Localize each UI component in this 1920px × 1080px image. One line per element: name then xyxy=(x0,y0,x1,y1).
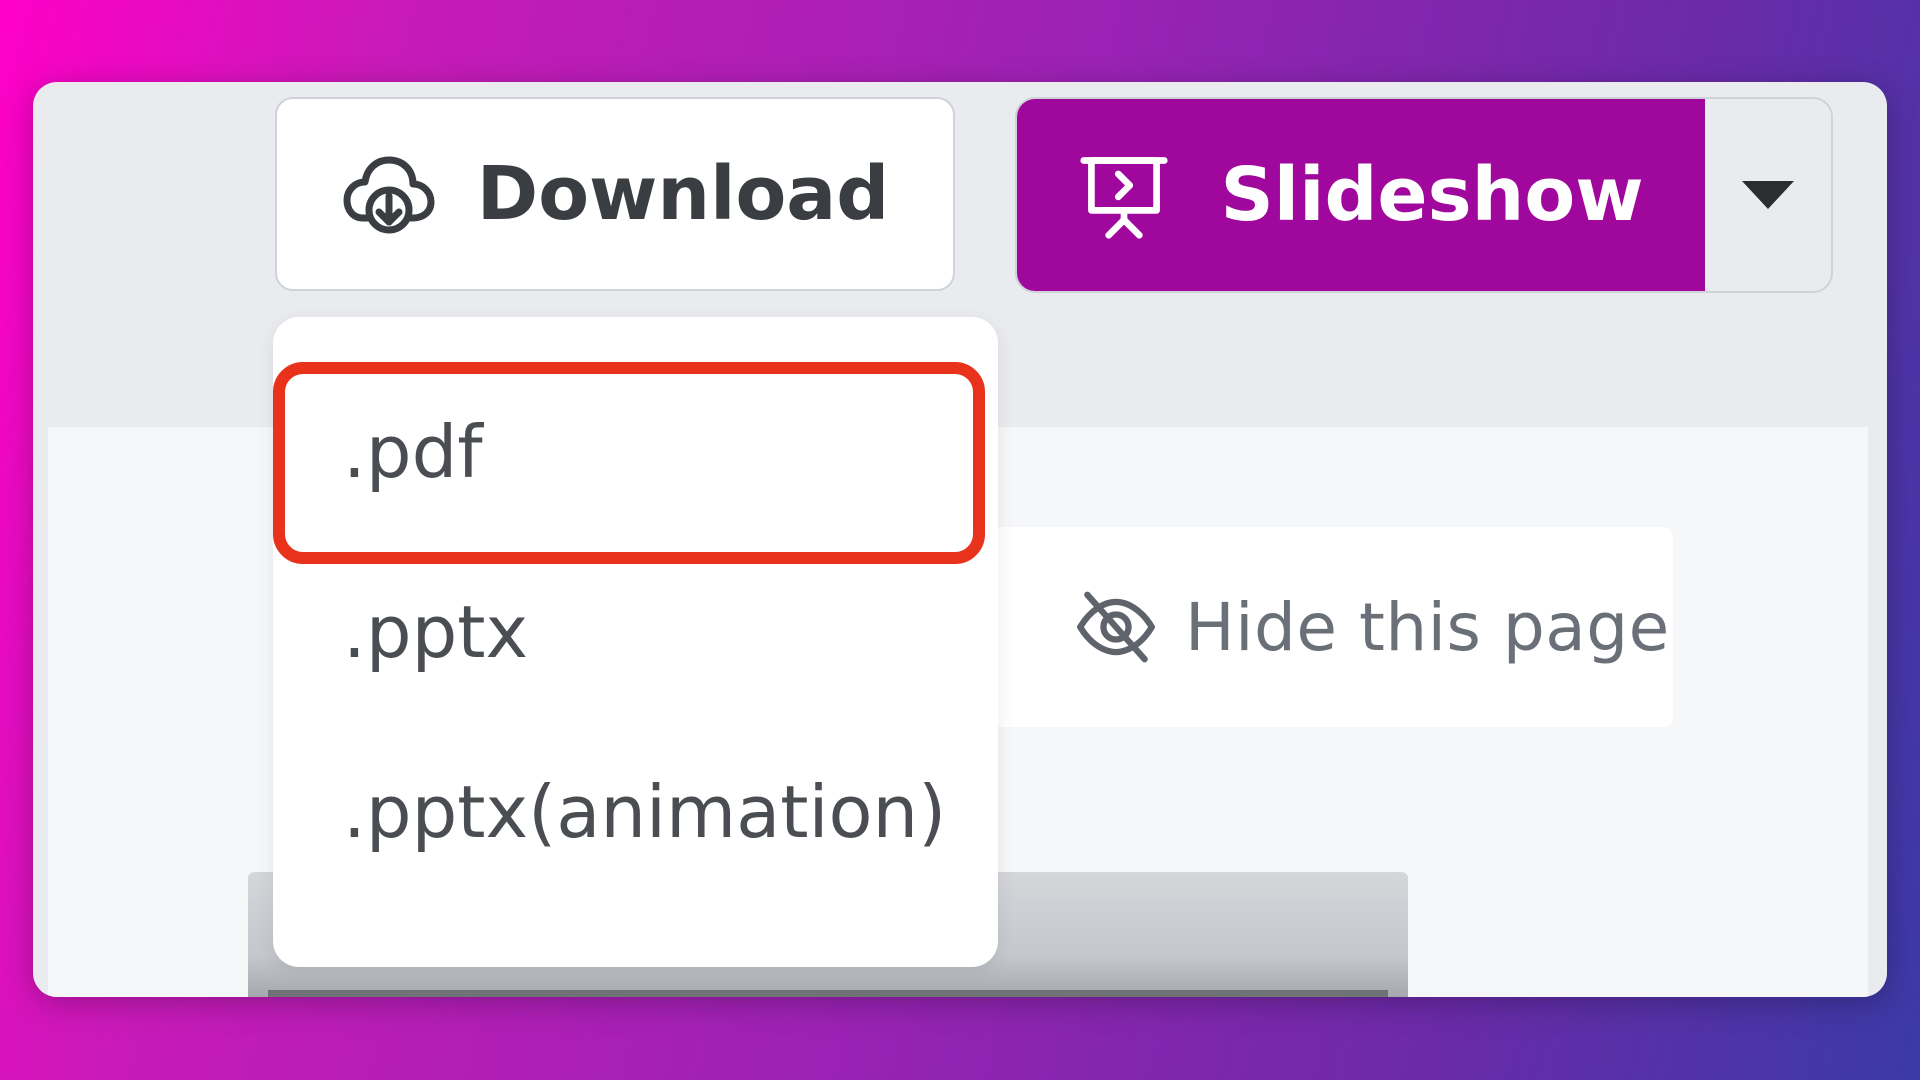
hide-page-label: Hide this page xyxy=(1185,588,1670,666)
caret-down-icon xyxy=(1742,181,1794,209)
menu-item-label: .pptx(animation) xyxy=(343,770,947,854)
menu-item-label: .pdf xyxy=(343,410,483,494)
eye-off-icon xyxy=(1077,591,1155,663)
menu-item-pdf[interactable]: .pdf xyxy=(273,362,998,542)
slideshow-split-button: Slideshow xyxy=(1015,97,1833,293)
hide-page-button[interactable]: Hide this page xyxy=(993,527,1673,727)
menu-item-label: .pptx xyxy=(343,590,529,674)
cloud-download-icon xyxy=(343,156,435,234)
app-window: Hide this page Download Slideshow .pdf .… xyxy=(33,82,1887,997)
slideshow-button[interactable]: Slideshow xyxy=(1017,99,1705,291)
presentation-icon xyxy=(1080,157,1169,239)
slideshow-options-button[interactable] xyxy=(1705,99,1831,291)
download-label: Download xyxy=(476,151,890,237)
download-format-menu: .pdf .pptx .pptx(animation) xyxy=(273,317,998,967)
slideshow-label: Slideshow xyxy=(1220,152,1644,238)
menu-item-pptx-animation[interactable]: .pptx(animation) xyxy=(273,722,998,902)
menu-item-pptx[interactable]: .pptx xyxy=(273,542,998,722)
download-button[interactable]: Download xyxy=(275,97,955,291)
